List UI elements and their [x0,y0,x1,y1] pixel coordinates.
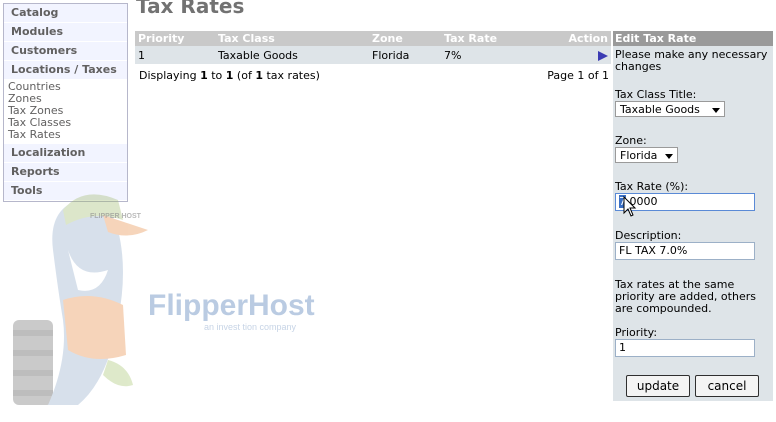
priority-input[interactable]: 1 [615,339,755,357]
paging-suffix: tax rates) [266,69,320,82]
table-row[interactable]: 1 Taxable Goods Florida 7% [135,46,611,64]
column-header-zone[interactable]: Zone [369,31,441,46]
table-header-row: Priority Tax Class Zone Tax Rate Action [135,31,611,46]
sidebar-item-locations-taxes[interactable]: Locations / Taxes [4,61,127,80]
tax-class-select[interactable]: Taxable Goods [615,101,725,117]
cancel-button[interactable]: cancel [695,375,759,397]
chevron-down-icon [665,154,673,159]
sidebar-menu: Catalog Modules Customers Locations / Ta… [3,3,128,202]
mouse-cursor-icon [623,196,637,217]
column-header-tax-rate[interactable]: Tax Rate [441,31,539,46]
column-header-priority[interactable]: Priority [135,31,215,46]
page-title: Tax Rates [136,0,245,18]
column-header-tax-class[interactable]: Tax Class [215,31,369,46]
sidebar-item-catalog[interactable]: Catalog [4,4,127,23]
tax-class-selected-value: Taxable Goods [620,103,700,116]
edit-tax-rate-panel: Edit Tax Rate Please make any necessary … [613,31,773,401]
chevron-down-icon [712,108,720,113]
description-label: Description: [615,229,682,242]
tax-rate-label: Tax Rate (%): [615,180,689,193]
paging-prefix: Displaying [139,69,197,82]
logo-tagline: an invest tion company [204,322,297,332]
priority-value: 1 [619,341,626,354]
zone-label: Zone: [615,134,647,147]
paging-from: 1 [200,69,208,82]
cell-zone: Florida [369,46,441,64]
tax-rates-table: Priority Tax Class Zone Tax Rate Action … [135,31,611,64]
sidebar-item-reports[interactable]: Reports [4,163,127,182]
edit-intro-text: Please make any necessary changes [615,48,768,73]
sidebar-submenu: Countries Zones Tax Zones Tax Classes Ta… [4,80,127,144]
tax-class-label: Tax Class Title: [615,88,697,101]
priority-label: Priority: [615,326,658,339]
compounding-note: Tax rates at the same priority are added… [615,278,756,315]
pagination-bar: Displaying 1 to 1 (of 1 tax rates) Page … [139,69,609,82]
selected-arrow-icon[interactable] [598,50,608,61]
edit-panel-title: Edit Tax Rate [613,31,773,46]
logo-brand-text: FlipperHost [148,289,315,322]
sidebar-item-customers[interactable]: Customers [4,42,127,61]
update-button[interactable]: update [626,375,690,397]
sidebar-subitem-tax-rates[interactable]: Tax Rates [8,129,127,141]
column-header-action: Action [539,31,611,46]
paging-to: 1 [225,69,234,82]
zone-selected-value: Florida [620,149,658,162]
sidebar-item-modules[interactable]: Modules [4,23,127,42]
zone-select[interactable]: Florida [615,147,678,163]
description-input[interactable]: FL TAX 7.0% [615,242,755,260]
cell-priority: 1 [135,46,215,64]
sidebar-item-localization[interactable]: Localization [4,144,127,163]
page-indicator: Page 1 of 1 [547,69,609,82]
logo-cap-text: FLIPPER HOST [90,213,142,220]
paging-of: (of [236,69,252,82]
cell-tax-rate: 7% [441,46,539,64]
flipperhost-logo: FlipperHost an invest tion company FLIPP… [13,194,315,405]
description-value: FL TAX 7.0% [619,244,688,257]
paging-to-word: to [211,69,223,82]
paging-summary: Displaying 1 to 1 (of 1 tax rates) [139,69,320,82]
cell-action [539,46,611,64]
cell-tax-class: Taxable Goods [215,46,369,64]
paging-total: 1 [255,69,263,82]
